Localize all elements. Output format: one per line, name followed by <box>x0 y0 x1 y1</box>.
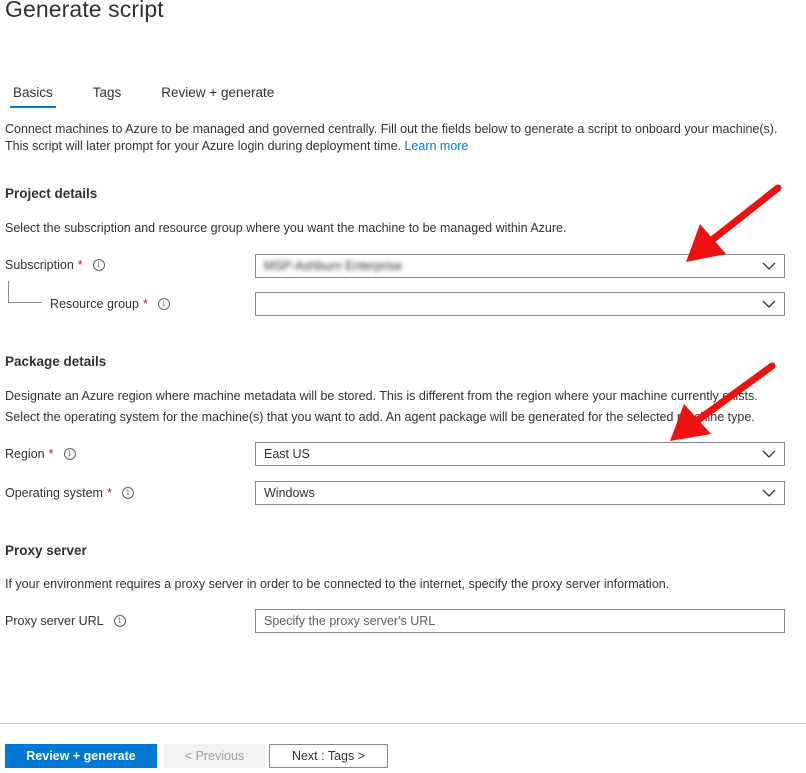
info-icon[interactable]: i <box>63 448 76 460</box>
tab-review-generate[interactable]: Review + generate <box>153 83 282 109</box>
chevron-down-icon <box>762 300 776 308</box>
page-title: Generate script <box>5 0 164 22</box>
intro-text: Connect machines to Azure to be managed … <box>5 121 795 155</box>
info-icon[interactable]: i <box>92 259 105 271</box>
package-details-heading: Package details <box>5 354 107 369</box>
os-label: Operating system <box>5 486 103 500</box>
tab-bar: Basics Tags Review + generate <box>5 83 306 113</box>
required-marker: * <box>106 486 112 500</box>
resource-group-dropdown[interactable] <box>255 292 785 316</box>
region-dropdown[interactable]: East US <box>255 442 785 466</box>
proxy-url-label: Proxy server URL <box>5 614 104 628</box>
required-marker: * <box>77 258 83 272</box>
intro-description: Connect machines to Azure to be managed … <box>5 122 778 153</box>
footer-divider <box>0 723 806 724</box>
red-arrow-annotation <box>670 362 776 441</box>
proxy-server-heading: Proxy server <box>5 543 87 558</box>
learn-more-link[interactable]: Learn more <box>404 139 468 153</box>
info-icon[interactable]: i <box>113 615 126 627</box>
subscription-dropdown[interactable]: MSP-Ashburn Enterprise <box>255 254 785 278</box>
previous-button[interactable]: < Previous <box>164 744 265 768</box>
os-value: Windows <box>264 486 315 500</box>
project-details-description: Select the subscription and resource gro… <box>5 221 567 235</box>
info-icon[interactable]: i <box>121 487 134 499</box>
proxy-server-description: If your environment requires a proxy ser… <box>5 577 670 591</box>
chevron-down-icon <box>762 262 776 270</box>
os-label-group: Operating system * i <box>5 486 134 500</box>
tree-connector-horizontal <box>8 302 42 303</box>
region-value: East US <box>264 447 310 461</box>
project-details-heading: Project details <box>5 186 98 201</box>
proxy-url-input[interactable] <box>255 609 785 633</box>
red-arrow-annotation <box>686 184 782 262</box>
chevron-down-icon <box>762 450 776 458</box>
subscription-label-group: Subscription * i <box>5 258 105 272</box>
resource-group-label: Resource group <box>50 297 139 311</box>
tab-basics[interactable]: Basics <box>5 83 61 109</box>
subscription-value: MSP-Ashburn Enterprise <box>264 259 403 273</box>
package-details-description-region: Designate an Azure region where machine … <box>5 389 758 403</box>
chevron-down-icon <box>762 489 776 497</box>
required-marker: * <box>48 447 54 461</box>
region-label: Region <box>5 447 45 461</box>
subscription-label: Subscription <box>5 258 74 272</box>
tab-tags[interactable]: Tags <box>85 83 130 109</box>
region-label-group: Region * i <box>5 447 76 461</box>
os-dropdown[interactable]: Windows <box>255 481 785 505</box>
required-marker: * <box>142 297 148 311</box>
proxy-url-label-group: Proxy server URL i <box>5 614 126 628</box>
generate-script-page: Generate script Basics Tags Review + gen… <box>0 0 806 773</box>
review-generate-button[interactable]: Review + generate <box>5 744 157 768</box>
tree-connector-vertical <box>8 281 9 302</box>
info-icon[interactable]: i <box>157 298 170 310</box>
package-details-description-os: Select the operating system for the mach… <box>5 410 755 424</box>
resource-group-label-group: Resource group * i <box>50 297 170 311</box>
next-tags-button[interactable]: Next : Tags > <box>269 744 388 768</box>
annotation-overlay <box>670 184 782 441</box>
